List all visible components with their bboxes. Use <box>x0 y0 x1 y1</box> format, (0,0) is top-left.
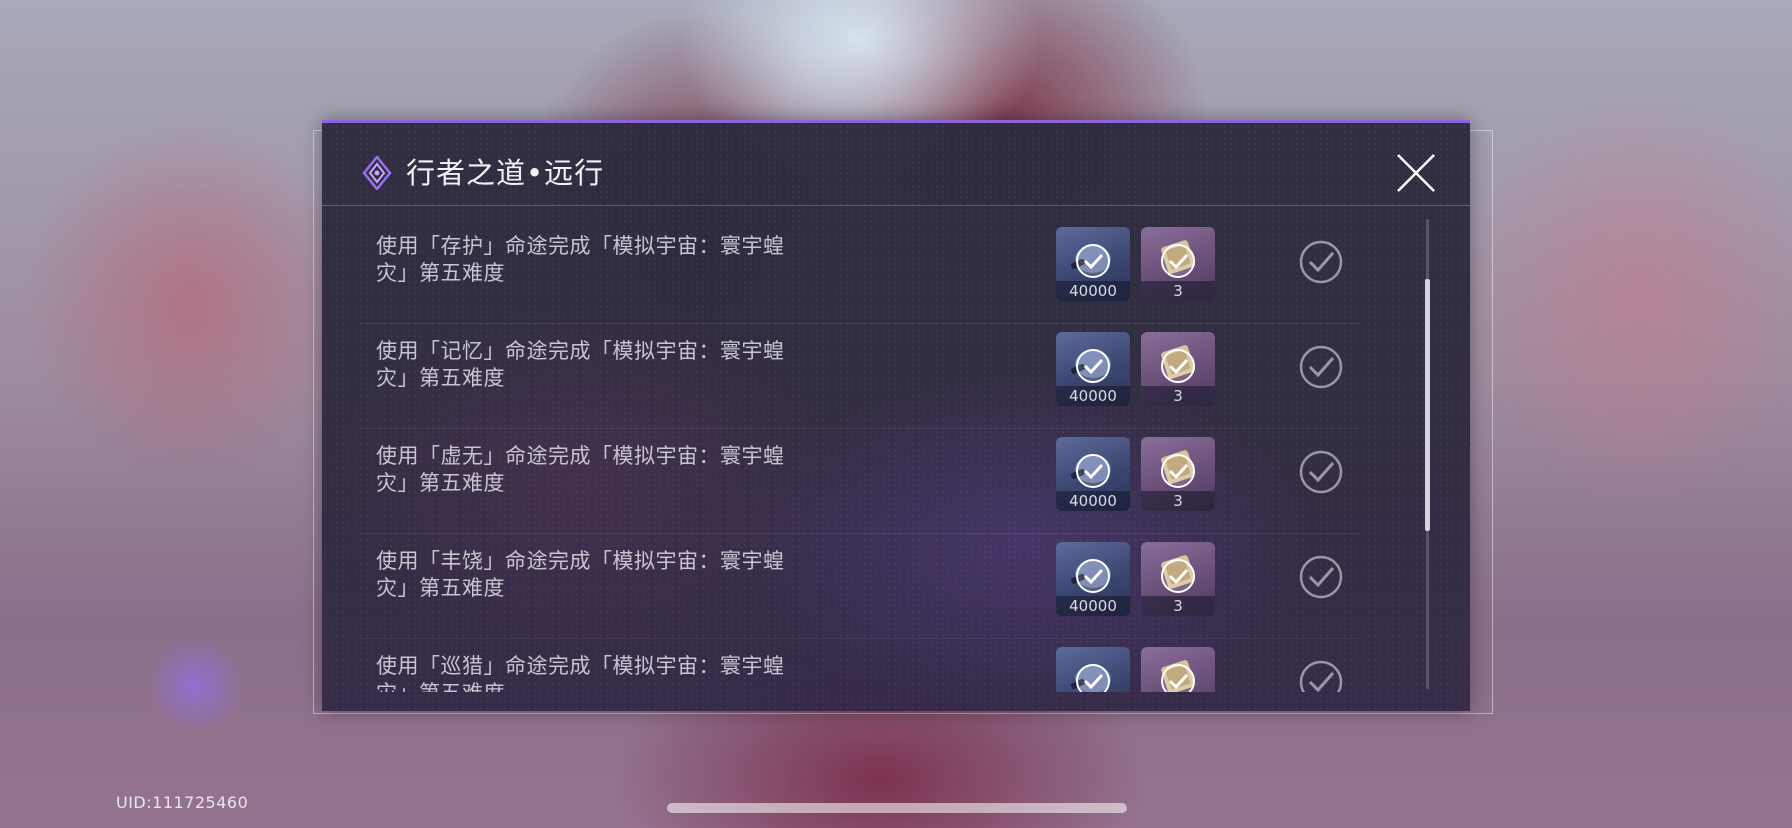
item-reward[interactable]: 3 <box>1141 647 1215 692</box>
credit-reward[interactable]: 40000 <box>1056 332 1130 406</box>
mission-description: 使用「巡猎」命途完成「模拟宇宙：寰宇蝗灾」第五难度 <box>376 654 785 692</box>
close-icon[interactable] <box>1394 151 1438 195</box>
mission-row: 使用「丰饶」命途完成「模拟宇宙：寰宇蝗灾」第五难度 40000 3 <box>360 534 1360 639</box>
dialog-header: 行者之道•远行 <box>322 123 1470 206</box>
claimed-check-icon <box>1076 349 1110 383</box>
claimed-check-icon <box>1161 559 1195 593</box>
dialog-title: 行者之道•远行 <box>406 156 605 190</box>
item-count: 3 <box>1141 491 1215 511</box>
claimed-check-icon <box>1076 559 1110 593</box>
credit-count: 40000 <box>1056 386 1130 406</box>
credit-reward[interactable]: 40000 <box>1056 647 1130 692</box>
claimed-check-icon <box>1076 664 1110 692</box>
completed-check-icon <box>1299 450 1343 494</box>
diamond-emblem-icon <box>362 156 392 190</box>
home-indicator[interactable] <box>667 803 1127 813</box>
credit-count: 40000 <box>1056 491 1130 511</box>
claimed-check-icon <box>1076 244 1110 278</box>
mission-row: 使用「记忆」命途完成「模拟宇宙：寰宇蝗灾」第五难度 40000 3 <box>360 324 1360 429</box>
mission-row: 使用「存护」命途完成「模拟宇宙：寰宇蝗灾」第五难度 40000 3 <box>360 219 1360 324</box>
credit-reward[interactable]: 40000 <box>1056 542 1130 616</box>
uid-label: UID:111725460 <box>116 793 249 812</box>
credit-reward[interactable]: 40000 <box>1056 227 1130 301</box>
mission-row: 使用「虚无」命途完成「模拟宇宙：寰宇蝗灾」第五难度 40000 3 <box>360 429 1360 534</box>
item-reward[interactable]: 3 <box>1141 542 1215 616</box>
mission-description: 使用「丰饶」命途完成「模拟宇宙：寰宇蝗灾」第五难度 <box>376 549 785 600</box>
item-reward[interactable]: 3 <box>1141 227 1215 301</box>
claimed-check-icon <box>1161 244 1195 278</box>
item-reward[interactable]: 3 <box>1141 437 1215 511</box>
claimed-check-icon <box>1076 454 1110 488</box>
item-count: 3 <box>1141 386 1215 406</box>
credit-reward[interactable]: 40000 <box>1056 437 1130 511</box>
mission-description: 使用「记忆」命途完成「模拟宇宙：寰宇蝗灾」第五难度 <box>376 339 785 390</box>
completed-check-icon <box>1299 240 1343 284</box>
credit-count: 40000 <box>1056 281 1130 301</box>
mission-row: 使用「巡猎」命途完成「模拟宇宙：寰宇蝗灾」第五难度 40000 3 <box>360 639 1360 692</box>
mission-description: 使用「存护」命途完成「模拟宇宙：寰宇蝗灾」第五难度 <box>376 234 785 285</box>
claimed-check-icon <box>1161 454 1195 488</box>
claimed-check-icon <box>1161 349 1195 383</box>
mission-description: 使用「虚无」命途完成「模拟宇宙：寰宇蝗灾」第五难度 <box>376 444 785 495</box>
background-glow <box>140 640 250 730</box>
credit-count: 40000 <box>1056 596 1130 616</box>
completed-check-icon <box>1299 345 1343 389</box>
completed-check-icon <box>1299 660 1343 692</box>
item-count: 3 <box>1141 281 1215 301</box>
item-reward[interactable]: 3 <box>1141 332 1215 406</box>
item-count: 3 <box>1141 596 1215 616</box>
claimed-check-icon <box>1161 664 1195 692</box>
scrollbar-thumb[interactable] <box>1425 279 1430 531</box>
mission-list[interactable]: 使用「存护」命途完成「模拟宇宙：寰宇蝗灾」第五难度 40000 3 使用「记忆」… <box>360 219 1360 692</box>
completed-check-icon <box>1299 555 1343 599</box>
mission-dialog: 行者之道•远行 使用「存护」命途完成「模拟宇宙：寰宇蝗灾」第五难度 40000 <box>322 120 1470 711</box>
